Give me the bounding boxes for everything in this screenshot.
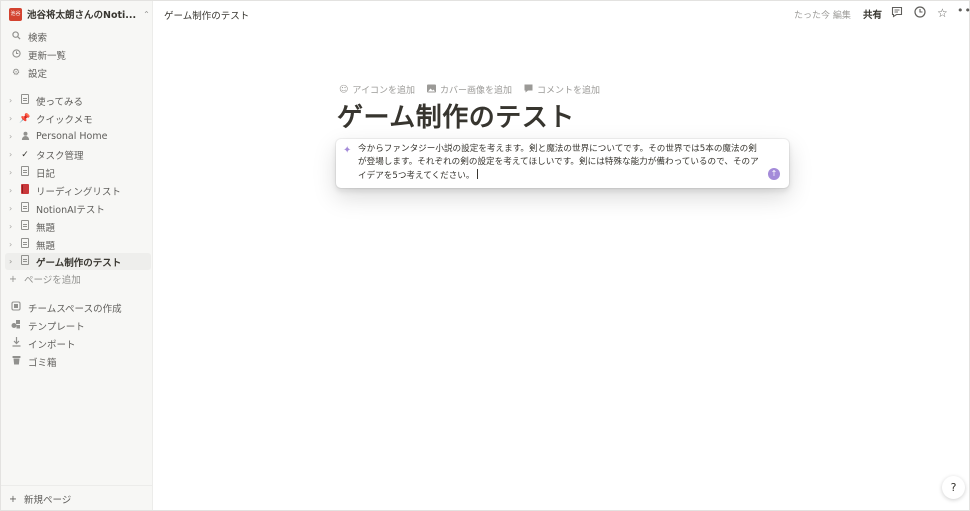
- sidebar-page-reading[interactable]: › リーディングリスト: [5, 182, 151, 199]
- sidebar-page-notionai[interactable]: › NotionAIテスト: [5, 200, 151, 217]
- image-icon: [426, 84, 436, 96]
- person-icon: [19, 131, 31, 143]
- sidebar-item-label: リーディングリスト: [36, 186, 121, 198]
- share-button[interactable]: 共有: [863, 7, 882, 21]
- plus-icon: +: [9, 493, 17, 505]
- chevron-right-icon[interactable]: ›: [9, 240, 19, 249]
- sidebar-item-label: 更新一覧: [28, 50, 67, 62]
- sidebar: 池谷 池谷将太朗さんのNoti... ⌃ 検索 更新一覧 ⚙ 設定 › 使ってみ…: [1, 1, 153, 510]
- chevron-right-icon[interactable]: ›: [9, 168, 19, 177]
- book-icon: [19, 184, 31, 197]
- divider: [1, 485, 152, 486]
- gear-icon: ⚙: [11, 67, 21, 78]
- sidebar-page-untitled-2[interactable]: › 無題: [5, 236, 151, 253]
- sidebar-item-create-teamspace[interactable]: チームスペースの作成: [1, 299, 151, 316]
- document-icon: [19, 94, 31, 107]
- document-icon: [19, 238, 31, 251]
- sidebar-item-label: チームスペースの作成: [28, 303, 122, 315]
- sidebar-item-label: タスク管理: [36, 150, 84, 162]
- sidebar-item-label: 日記: [36, 168, 56, 180]
- sidebar-page-tsukattemiru[interactable]: › 使ってみる: [5, 92, 151, 109]
- sidebar-item-templates[interactable]: テンプレート: [1, 317, 151, 334]
- sidebar-item-label: 使ってみる: [36, 96, 84, 108]
- add-comment-button[interactable]: コメントを追加: [524, 83, 600, 96]
- comment-icon: [524, 84, 533, 96]
- sidebar-item-label: インポート: [28, 339, 76, 351]
- chevron-right-icon[interactable]: ›: [9, 114, 19, 123]
- sidebar-page-diary[interactable]: › 日記: [5, 164, 151, 181]
- star-icon[interactable]: ☆: [937, 6, 948, 20]
- chevron-updown-icon: ⌃: [143, 9, 150, 19]
- new-page-label: 新規ページ: [23, 495, 72, 506]
- document-icon: [19, 202, 31, 215]
- sidebar-page-task[interactable]: › ✓ タスク管理: [5, 146, 151, 163]
- chevron-right-icon[interactable]: ›: [9, 96, 19, 105]
- sidebar-item-label: ゴミ箱: [28, 357, 57, 369]
- sidebar-page-untitled-1[interactable]: › 無題: [5, 218, 151, 235]
- sidebar-item-trash[interactable]: ゴミ箱: [1, 353, 151, 370]
- ai-prompt-box[interactable]: ✦ 今からファンタジー小説の設定を考えます。剣と魔法の世界についてです。その世界…: [336, 139, 789, 188]
- chevron-right-icon[interactable]: ›: [9, 257, 19, 266]
- add-cover-label: カバー画像を追加: [439, 86, 512, 96]
- document-icon: [19, 166, 31, 179]
- sidebar-page-quickmemo[interactable]: › 📌 クイックメモ: [5, 110, 151, 127]
- ai-prompt-text: 今からファンタジー小説の設定を考えます。剣と魔法の世界についてです。その世界では…: [358, 144, 759, 181]
- chevron-right-icon[interactable]: ›: [9, 186, 19, 195]
- pushpin-icon: 📌: [19, 113, 31, 124]
- checkmark-icon: ✓: [21, 149, 29, 160]
- document-icon: [19, 255, 31, 268]
- trash-icon: [10, 355, 22, 368]
- chevron-right-icon[interactable]: ›: [9, 132, 19, 141]
- sidebar-page-game-test[interactable]: › ゲーム制作のテスト: [5, 253, 151, 270]
- sidebar-item-label: ゲーム制作のテスト: [36, 257, 122, 269]
- help-button[interactable]: ?: [942, 476, 965, 499]
- document-icon: [19, 220, 31, 233]
- add-page-button[interactable]: + ページを追加: [9, 272, 81, 287]
- sidebar-page-personal-home[interactable]: › Personal Home: [5, 128, 151, 145]
- sidebar-item-label: Personal Home: [36, 131, 108, 142]
- send-arrow-icon[interactable]: ↑: [768, 168, 780, 180]
- page-title[interactable]: ゲーム制作のテスト: [337, 97, 575, 134]
- sidebar-item-label: クイックメモ: [36, 114, 93, 126]
- sidebar-item-label: 無題: [36, 222, 56, 234]
- more-icon[interactable]: •••: [957, 4, 970, 17]
- clock-icon: [10, 48, 22, 61]
- sidebar-item-label: 設定: [28, 68, 48, 80]
- sidebar-item-import[interactable]: インポート: [1, 335, 151, 352]
- page-actions: ☺ アイコンを追加 カバー画像を追加 コメントを追加: [339, 83, 600, 96]
- sidebar-item-label: 検索: [28, 32, 48, 44]
- workspace-name: 池谷将太朗さんのNoti...: [27, 10, 137, 21]
- workspace-logo: 池谷: [9, 7, 22, 21]
- plus-icon: +: [9, 273, 17, 285]
- workspace-switcher[interactable]: 池谷 池谷将太朗さんのNoti... ⌃: [9, 5, 150, 23]
- new-page-button[interactable]: + 新規ページ: [9, 492, 72, 507]
- breadcrumb[interactable]: ゲーム制作のテスト: [164, 8, 249, 22]
- sidebar-item-label: 無題: [36, 240, 56, 252]
- text-caret: [476, 169, 478, 179]
- sidebar-item-updates[interactable]: 更新一覧: [1, 46, 151, 63]
- add-page-label: ページを追加: [23, 275, 81, 286]
- search-icon: [10, 30, 22, 43]
- smiley-icon: ☺: [339, 84, 349, 95]
- add-icon-button[interactable]: ☺ アイコンを追加: [339, 83, 415, 97]
- comment-icon[interactable]: [891, 6, 903, 21]
- chevron-right-icon[interactable]: ›: [9, 150, 19, 159]
- teamspace-icon: [10, 301, 22, 314]
- shapes-icon: [10, 319, 22, 332]
- add-cover-button[interactable]: カバー画像を追加: [426, 83, 512, 96]
- chevron-right-icon[interactable]: ›: [9, 222, 19, 231]
- edited-status: たった今 編集: [794, 11, 851, 21]
- sidebar-item-settings[interactable]: ⚙ 設定: [1, 64, 151, 81]
- ai-prompt-input[interactable]: 今からファンタジー小説の設定を考えます。剣と魔法の世界についてです。その世界では…: [358, 143, 763, 183]
- add-icon-label: アイコンを追加: [352, 86, 415, 96]
- chevron-right-icon[interactable]: ›: [9, 204, 19, 213]
- clock-icon[interactable]: [914, 6, 926, 21]
- sidebar-item-label: NotionAIテスト: [36, 204, 105, 216]
- download-icon: [10, 337, 22, 350]
- sidebar-item-label: テンプレート: [28, 321, 85, 333]
- sidebar-item-search[interactable]: 検索: [1, 28, 151, 45]
- sparkle-icon: ✦: [343, 145, 352, 156]
- add-comment-label: コメントを追加: [536, 86, 600, 96]
